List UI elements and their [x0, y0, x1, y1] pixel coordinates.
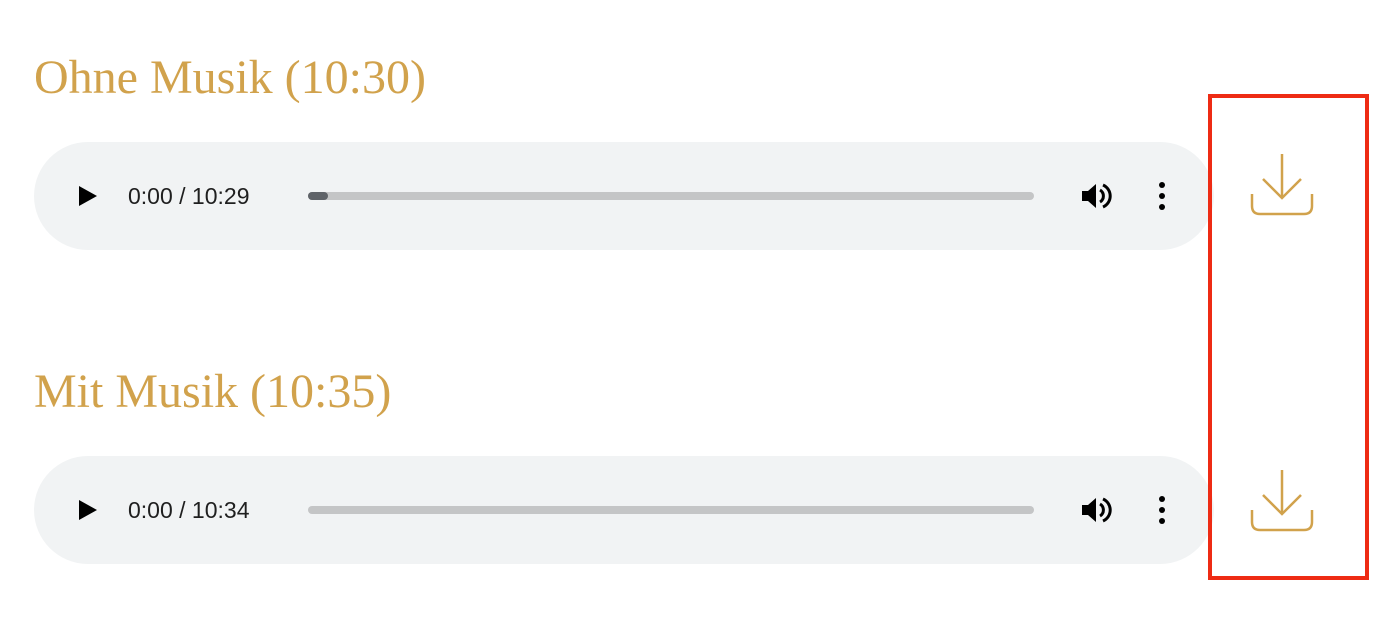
audio-player-mit-musik: 0:00 / 10:34: [34, 456, 1214, 564]
play-button[interactable]: [76, 498, 100, 522]
progress-fill: [308, 192, 328, 200]
track-title-ohne-musik: Ohne Musik (10:30): [34, 51, 426, 104]
time-display: 0:00 / 10:34: [128, 497, 250, 523]
progress-bar[interactable]: [308, 192, 1034, 200]
play-button[interactable]: [76, 184, 100, 208]
progress-bar[interactable]: [308, 506, 1034, 514]
time-display: 0:00 / 10:29: [128, 183, 250, 209]
volume-button[interactable]: [1080, 180, 1114, 212]
more-options-button[interactable]: [1148, 494, 1176, 526]
play-icon: [79, 186, 97, 206]
audio-player-ohne-musik: 0:00 / 10:29: [34, 142, 1214, 250]
highlight-box: [1208, 94, 1369, 580]
volume-icon: [1082, 497, 1112, 523]
track-title-mit-musik: Mit Musik (10:35): [34, 365, 392, 418]
volume-icon: [1082, 183, 1112, 209]
more-vert-icon: [1159, 182, 1165, 210]
more-options-button[interactable]: [1148, 180, 1176, 212]
more-vert-icon: [1159, 496, 1165, 524]
volume-button[interactable]: [1080, 494, 1114, 526]
play-icon: [79, 500, 97, 520]
